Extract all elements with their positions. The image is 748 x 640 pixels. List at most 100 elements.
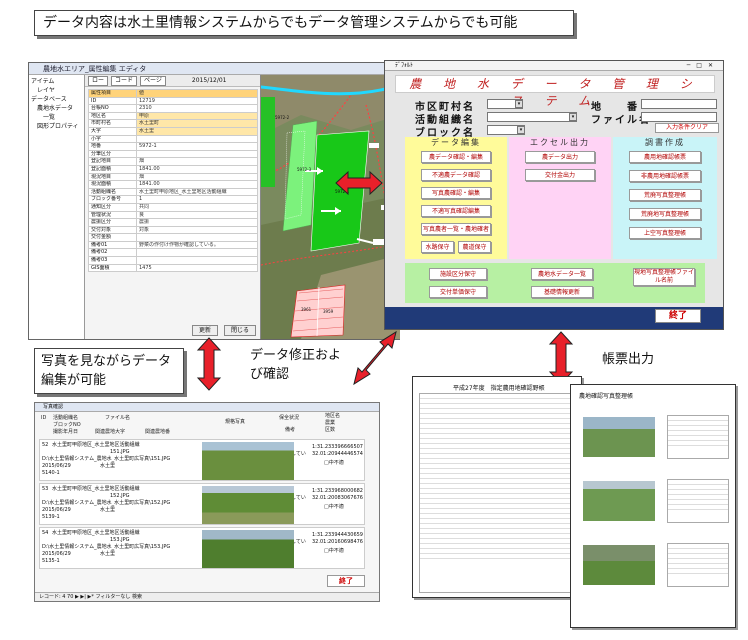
attribute-value[interactable]: 農振	[136, 218, 258, 227]
tree-item[interactable]: アイテム	[31, 77, 82, 86]
attribute-value[interactable]: 1841.00	[136, 180, 258, 189]
close-button[interactable]: 閉じる	[223, 325, 256, 336]
attribute-value[interactable]: 1	[136, 195, 258, 204]
road-button[interactable]: 農道保守	[458, 241, 491, 253]
parcel-label: 3959	[323, 309, 334, 314]
record-chiban: 5139-1	[42, 514, 60, 520]
table-row[interactable]: 54 水土里町甲原地区_水土里地区活動組織 153.JPG D:\水土里情報システム_…	[39, 527, 365, 569]
nav-page[interactable]: ページ	[140, 75, 166, 86]
report-photo	[583, 545, 655, 585]
edit-button[interactable]: 不適農データ確認	[421, 169, 491, 181]
tree-item[interactable]: 農地水データ	[31, 104, 82, 113]
basic-info-button[interactable]: 基礎情報更新	[531, 286, 593, 298]
table-row[interactable]: 52 水土里町甲原地区_水土里地区活動組織 151.JPG D:\水土里情報システム_…	[39, 439, 365, 481]
attribute-value[interactable]: 共同	[136, 202, 258, 212]
photo-exit-button[interactable]: 終了	[327, 575, 365, 587]
record-navigator[interactable]: レコード: 4 70 ▶ ▶| ▶* フィルターなし 検索	[35, 592, 379, 601]
update-button[interactable]: 更新	[191, 325, 218, 336]
attribute-row: ブロック番号 1	[88, 195, 258, 204]
table-row[interactable]: 53 水土里町甲原地区_水土里地区活動組織 152.JPG D:\水土里情報システム_…	[39, 483, 365, 525]
attribute-value[interactable]	[136, 149, 258, 159]
edit-button[interactable]: 不適写真確認編集	[421, 205, 491, 217]
attribute-row: 通知区分 共同	[88, 202, 258, 212]
report-button[interactable]: 非農用地確認帳票	[629, 170, 701, 182]
excel-button[interactable]: 農データ出力	[525, 151, 595, 163]
report-button[interactable]: 農用地確認帳票	[629, 151, 701, 163]
attribute-value[interactable]: 甲原	[136, 111, 258, 121]
attribute-key: ブロック番号	[88, 195, 137, 204]
record-area: 1:31.233968000682	[312, 488, 363, 494]
attribute-value[interactable]: 水土里町甲原地区_水土里地区活動組織	[136, 187, 258, 197]
report-page-1: 平成27年度 指定農用地確認野帳	[412, 376, 582, 598]
col-header: 規格写真	[225, 419, 246, 425]
attribute-key: 大字	[88, 126, 137, 136]
tree-item[interactable]: 一覧	[31, 113, 82, 122]
attribute-value[interactable]: 2310	[136, 104, 258, 113]
attribute-value[interactable]: 5972-1	[136, 142, 258, 151]
record-check[interactable]: □中不適	[324, 460, 344, 466]
clear-conditions-button[interactable]: 入力条件クリア	[655, 123, 719, 133]
col-header: 農業	[325, 420, 336, 426]
photo-file-button[interactable]: 現地写真整理帳ファイル名前	[633, 268, 695, 286]
unit-price-button[interactable]: 交付単価保守	[429, 286, 487, 298]
tree-item[interactable]: データベース	[31, 95, 82, 104]
attribute-value[interactable]	[136, 233, 258, 242]
nav-code[interactable]: コード	[111, 75, 138, 86]
edit-button[interactable]: 農データ確認・編集	[421, 151, 491, 163]
attribute-key: 通知区分	[88, 202, 137, 212]
report-button[interactable]: 上空写真整理帳	[629, 227, 701, 239]
attribute-value[interactable]: 畑	[136, 172, 258, 182]
attribute-value[interactable]: 12719	[136, 96, 258, 106]
attribute-value[interactable]: 1841.00	[136, 164, 258, 174]
aerial-map[interactable]: 5972-3 5972-1 5972-2 3961 3959	[261, 75, 400, 339]
attribute-value[interactable]: 対象	[136, 225, 258, 235]
file-input[interactable]	[641, 112, 717, 122]
report-button[interactable]: 荒廃地写真整理帳	[629, 208, 701, 220]
report-button[interactable]: 荒廃写真整理帳	[629, 189, 701, 201]
attribute-value[interactable]	[136, 256, 258, 265]
chevron-down-icon[interactable]: ▾	[569, 113, 577, 121]
excel-title: エクセル出力	[530, 138, 590, 147]
attribute-value[interactable]	[136, 134, 258, 144]
canal-button[interactable]: 水路保守	[421, 241, 454, 253]
nav-row[interactable]: ロー	[88, 75, 109, 86]
record-oaza: 水土里	[100, 551, 116, 557]
data-list-button[interactable]: 農地水データ一覧	[531, 268, 593, 280]
attribute-key: 交付金額	[88, 233, 137, 242]
attribute-value[interactable]: 1475	[136, 263, 258, 273]
chevron-down-icon[interactable]: ▾	[517, 126, 525, 134]
chevron-down-icon[interactable]: ▾	[515, 100, 523, 108]
exit-button[interactable]: 終了	[655, 309, 701, 323]
photo-edit-callout-text: 写真を見ながらデータ編集が可能	[41, 354, 172, 388]
report-title-1: 平成27年度 指定農用地確認野帳	[453, 385, 545, 392]
record-check[interactable]: □中不適	[324, 504, 344, 510]
record-id: 54	[42, 530, 49, 536]
tree-item[interactable]: 図形プロパティ	[31, 122, 82, 131]
attribute-value[interactable]: 畑	[136, 157, 258, 166]
attribute-value[interactable]: 値	[136, 89, 258, 98]
attribute-row: ID 12719	[88, 96, 258, 106]
parcel-label: 5972-3	[297, 167, 312, 172]
attribute-row: 地番 5972-1	[88, 142, 258, 151]
tree-item[interactable]: レイヤ	[31, 86, 82, 95]
map-view[interactable]: 5972-3 5972-1 5972-2 3961 3959	[261, 75, 400, 339]
attribute-value[interactable]: 野菜の作付け作物が確認している。	[136, 240, 258, 250]
field-photo	[202, 530, 294, 568]
record-file: 152.JPG	[110, 493, 130, 499]
attribute-value[interactable]: 良	[136, 210, 258, 220]
facility-maint-button[interactable]: 施設区分保守	[429, 268, 487, 280]
edit-button[interactable]: 写真農確認・編集	[421, 187, 491, 199]
chiban-input[interactable]	[641, 99, 717, 109]
record-area: 1:31.233944430659	[312, 532, 363, 538]
org-select[interactable]	[487, 112, 577, 122]
layer-tree[interactable]: アイテム レイヤ データベース 農地水データ 一覧 図形プロパティ	[29, 75, 85, 339]
edit-button[interactable]: 写真農者一覧・農地確者	[421, 223, 491, 235]
attribute-value[interactable]: 水土里	[136, 126, 258, 136]
attribute-value[interactable]: 水土里町	[136, 119, 258, 128]
attribute-value[interactable]	[136, 248, 258, 258]
window-controls-icon[interactable]: ─□✕	[687, 61, 719, 71]
attribute-row: 備考03	[88, 256, 258, 265]
excel-button[interactable]: 交付金出力	[525, 169, 595, 181]
record-check[interactable]: □中不適	[324, 548, 344, 554]
attribute-key: 地区名	[88, 111, 137, 121]
